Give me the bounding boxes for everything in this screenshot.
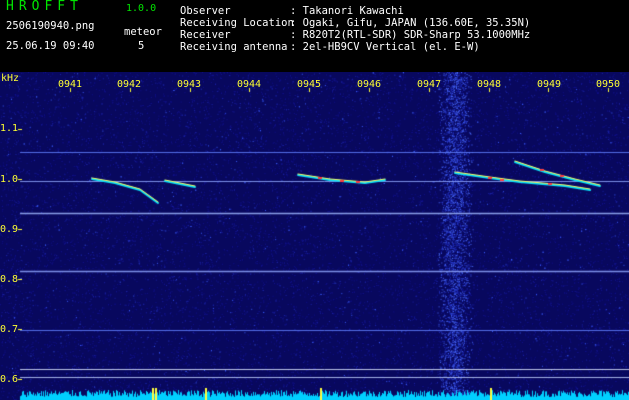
info-value-receiver: : R820T2(RTL-SDR) SDR-Sharp 53.1000MHz [290,29,531,41]
x-tick-label: 0949 [536,79,562,90]
x-tick-label: 0943 [176,79,202,90]
spectrogram-canvas [0,72,629,400]
y-tick-label: 1.0 [0,174,19,185]
info-key-antenna: Receiving antenna [180,41,288,53]
x-tick-label: 0948 [476,79,502,90]
y-tick-label: 0.6 [0,374,19,385]
header-panel: HROFFT 1.0.0 2506190940.png 25.06.19 09:… [0,0,629,72]
capture-datetime: 25.06.19 09:40 [6,40,95,52]
info-key-observer: Observer [180,5,231,17]
x-tick-label: 0944 [236,79,262,90]
x-tick-label: 0942 [116,79,142,90]
app-version: 1.0.0 [126,3,157,14]
x-tick-label: 0945 [296,79,322,90]
info-value-antenna: : 2el-HB9CV Vertical (el. E-W) [290,41,480,53]
info-key-receiver: Receiver [180,29,231,41]
info-value-location: : Ogaki, Gifu, JAPAN (136.60E, 35.35N) [290,17,531,29]
y-axis-unit: kHz [1,73,20,84]
x-tick-label: 0941 [57,79,83,90]
app-logo: HROFFT [6,0,83,14]
x-tick-label: 0950 [595,79,621,90]
x-tick-label: 0946 [356,79,382,90]
y-tick-label: 0.8 [0,274,19,285]
info-value-observer: : Takanori Kawachi [290,5,404,17]
info-key-location: Receiving Location [180,17,294,29]
y-tick-label: 0.7 [0,324,19,335]
file-name: 2506190940.png [6,20,95,32]
y-tick-label: 0.9 [0,224,19,235]
event-label: meteor [124,26,162,38]
x-tick-label: 0947 [416,79,442,90]
event-count: 5 [138,40,145,52]
y-tick-label: 1.1 [0,123,19,134]
